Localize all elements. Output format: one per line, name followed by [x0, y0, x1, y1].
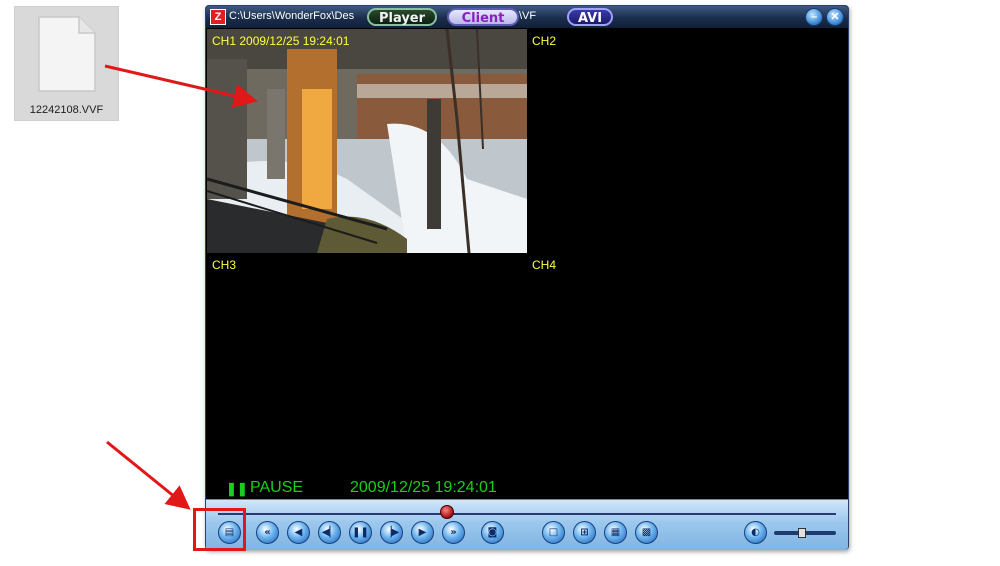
channel-3-label: CH3 [212, 258, 237, 272]
annotation-arrow-to-open-button [106, 440, 191, 510]
annotation-highlight-box [193, 508, 246, 551]
channel-1-label: CH1 2009/12/25 19:24:01 [212, 34, 350, 48]
annotation-overlay [104, 64, 258, 510]
channel-4-label: CH4 [532, 258, 557, 272]
channel-2-label: CH2 [532, 34, 557, 48]
annotation-arrow-to-video [104, 64, 258, 108]
